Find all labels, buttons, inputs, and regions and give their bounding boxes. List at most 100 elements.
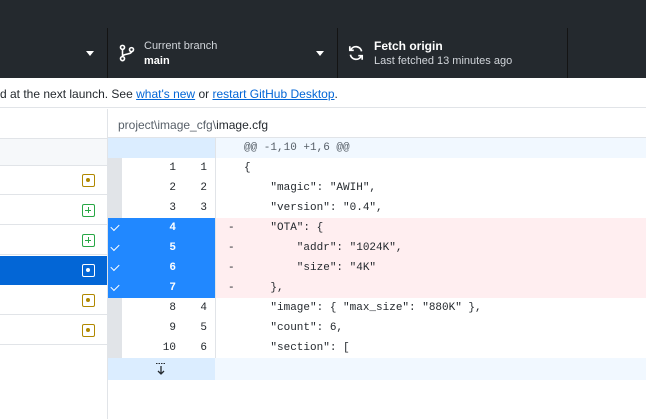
hunk-header-row: @@ -1,10 +1,6 @@ (108, 138, 646, 158)
expand-down-button[interactable] (108, 358, 215, 380)
fetch-label: Fetch origin (374, 39, 443, 53)
code-text: "version": "0.4", (244, 202, 383, 214)
line-select-gutter[interactable] (108, 338, 122, 358)
chevron-down-icon (86, 51, 94, 56)
line-select-gutter[interactable] (108, 158, 122, 178)
current-branch-button[interactable]: Current branch main (108, 28, 338, 78)
changed-files-list (0, 109, 108, 419)
diff-sign (228, 158, 240, 178)
file-path: project\image_cfg\image.cfg (118, 118, 268, 132)
diff-sign (228, 298, 240, 318)
diff-line-context: 10 6 "section": [ (108, 338, 646, 358)
line-select-gutter[interactable] (108, 218, 122, 238)
new-line-number (180, 238, 215, 258)
old-line-number[interactable]: 7 (122, 278, 180, 298)
new-line-number (180, 218, 215, 238)
fetch-origin-button[interactable]: Fetch origin Last fetched 13 minutes ago (338, 28, 568, 78)
hunk-header-text: @@ -1,10 +1,6 @@ (244, 142, 350, 154)
old-line-number: 1 (169, 162, 176, 174)
diff-sign: - (228, 262, 235, 274)
checkmark-icon (110, 261, 120, 272)
added-icon (82, 234, 95, 247)
expand-down-icon (156, 363, 166, 375)
diff-sign (228, 338, 240, 358)
changes-list-header (0, 138, 107, 166)
modified-icon (82, 174, 95, 187)
code-text: "magic": "AWIH", (244, 182, 377, 194)
diff-line-context: 1 1 { (108, 158, 646, 178)
last-fetched-text: Last fetched 13 minutes ago (374, 55, 513, 67)
line-number-divider (215, 138, 216, 378)
branch-name: main (144, 55, 170, 67)
diff-file-header: project\image_cfg\image.cfg (108, 109, 646, 138)
line-select-gutter[interactable] (108, 238, 122, 258)
banner-message: d at the next launch. See what's new or … (0, 87, 338, 101)
code-text: "size": "4K" (244, 262, 377, 274)
diff-line-context: 9 5 "count": 6, (108, 318, 646, 338)
new-line-number: 4 (200, 302, 207, 314)
old-line-number: 9 (169, 322, 176, 334)
diff-line-deleted[interactable]: 7 - }, (108, 278, 646, 298)
current-repository-button[interactable] (0, 28, 108, 78)
code-text: "count": 6, (244, 322, 344, 334)
title-bar (0, 0, 646, 28)
modified-icon (82, 324, 95, 337)
diff-line-context: 2 2 "magic": "AWIH", (108, 178, 646, 198)
file-list-item[interactable] (0, 196, 107, 225)
old-line-number: 3 (169, 202, 176, 214)
file-list-item[interactable] (0, 316, 107, 345)
file-list-item-selected[interactable] (0, 256, 107, 285)
sync-icon (348, 45, 364, 61)
checkmark-icon (110, 281, 120, 292)
new-line-number (180, 278, 215, 298)
banner-text-after: . (334, 87, 338, 101)
expand-hunk-row (108, 358, 646, 380)
diff-line-deleted[interactable]: 4 - "OTA": { (108, 218, 646, 238)
chevron-down-icon (316, 51, 324, 56)
code-text: "image": { "max_size": "880K" }, (244, 302, 482, 314)
diff-line-context: 8 4 "image": { "max_size": "880K" }, (108, 298, 646, 318)
new-line-number (180, 258, 215, 278)
file-list-item[interactable] (0, 226, 107, 255)
checkmark-icon (110, 241, 120, 252)
added-icon (82, 204, 95, 217)
old-line-number: 8 (169, 302, 176, 314)
old-line-number[interactable]: 5 (122, 238, 180, 258)
line-select-gutter[interactable] (108, 258, 122, 278)
code-text: "section": [ (244, 342, 350, 354)
diff-sign: - (228, 222, 235, 234)
file-list-item[interactable] (0, 166, 107, 195)
diff-view: project\image_cfg\image.cfg @@ -1,10 +1,… (108, 109, 646, 419)
toolbar: Current branch main Fetch origin Last fe… (0, 28, 646, 78)
new-line-number (180, 138, 215, 158)
line-select-gutter[interactable] (108, 278, 122, 298)
file-list-item[interactable] (0, 286, 107, 315)
new-line-number: 5 (200, 322, 207, 334)
line-select-gutter[interactable] (108, 318, 122, 338)
banner-text-middle: or (195, 87, 213, 101)
checkmark-icon (110, 221, 120, 232)
diff-sign: - (228, 242, 235, 254)
file-path-prefix: project\image_cfg\ (118, 118, 217, 132)
diff-sign (228, 318, 240, 338)
diff-line-context: 3 3 "version": "0.4", (108, 198, 646, 218)
old-line-number[interactable]: 4 (122, 218, 180, 238)
banner-text-before: d at the next launch. See (0, 87, 137, 101)
branch-label: Current branch (144, 40, 218, 52)
diff-line-deleted[interactable]: 5 - "addr": "1024K", (108, 238, 646, 258)
modified-icon (82, 264, 95, 277)
line-select-gutter[interactable] (108, 198, 122, 218)
modified-icon (82, 294, 95, 307)
git-branch-icon (119, 44, 135, 62)
new-line-number: 1 (200, 162, 207, 174)
diff-line-deleted[interactable]: 6 - "size": "4K" (108, 258, 646, 278)
line-select-gutter[interactable] (108, 178, 122, 198)
line-select-gutter[interactable] (108, 298, 122, 318)
whats-new-link[interactable]: what's new (136, 87, 195, 101)
file-name: image.cfg (216, 118, 269, 132)
diff-sign: - (228, 282, 235, 294)
restart-link[interactable]: restart GitHub Desktop (212, 87, 334, 101)
new-line-number: 3 (200, 202, 207, 214)
old-line-number[interactable]: 6 (122, 258, 180, 278)
